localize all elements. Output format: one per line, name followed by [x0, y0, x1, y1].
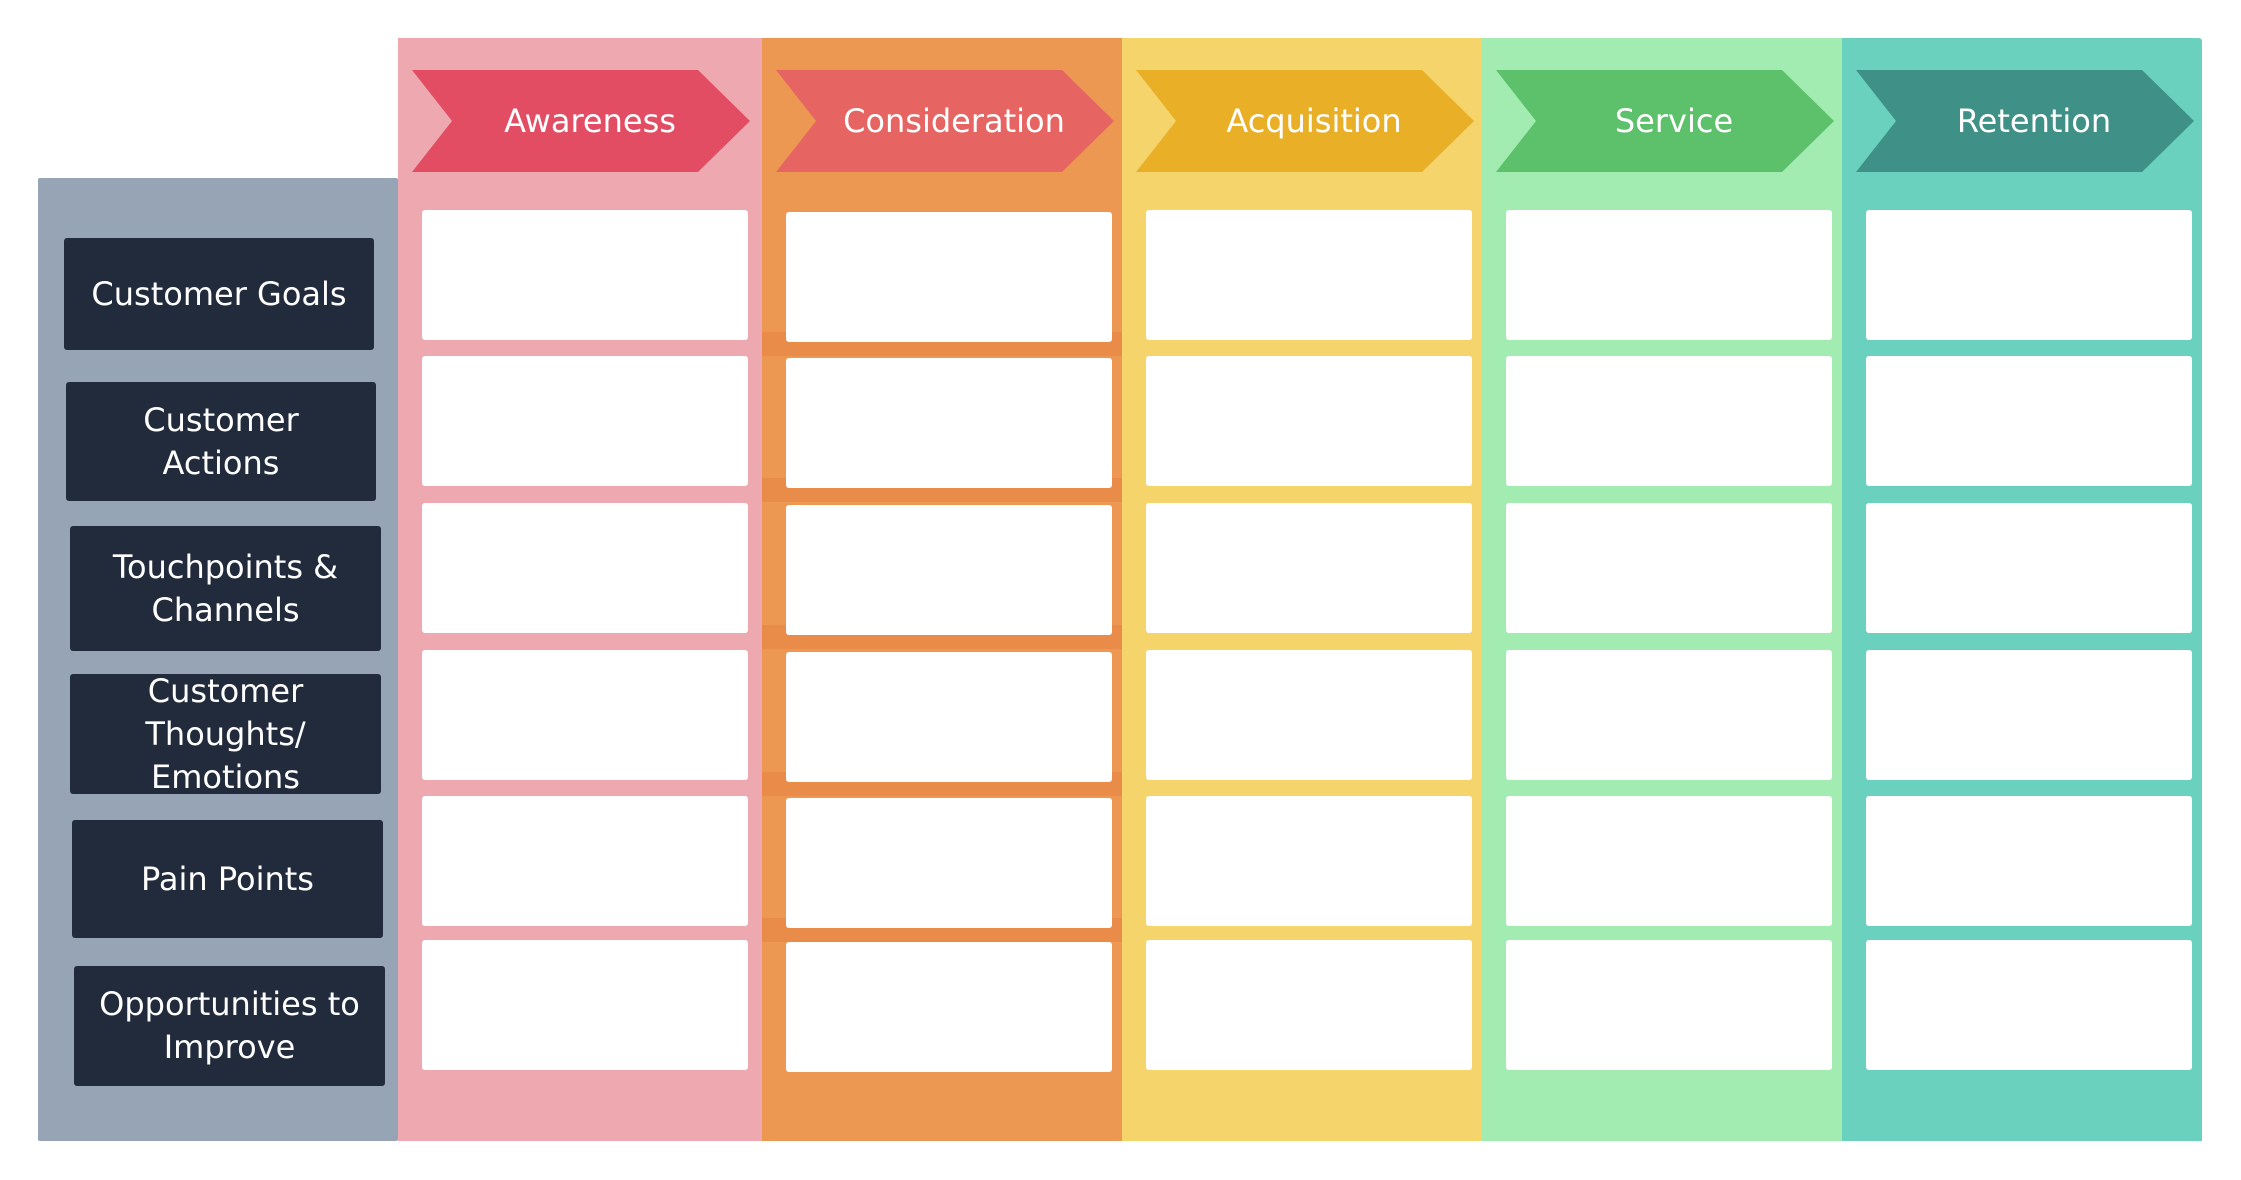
stage-label: Consideration — [843, 102, 1065, 140]
row-label-pain-points: Pain Points — [72, 820, 383, 938]
stage-header-consideration: Consideration — [776, 70, 1114, 172]
journey-card-service-6[interactable] — [1506, 940, 1832, 1070]
stage-header-acquisition: Acquisition — [1136, 70, 1474, 172]
journey-card-retention-2[interactable] — [1866, 356, 2192, 486]
journey-card-consideration-4[interactable] — [786, 652, 1112, 782]
row-label-text: Customer Goals — [91, 274, 347, 313]
journey-card-awareness-5[interactable] — [422, 796, 748, 926]
stage-column-acquisition: Acquisition — [1122, 38, 1482, 1141]
journey-card-service-3[interactable] — [1506, 503, 1832, 633]
journey-card-acquisition-6[interactable] — [1146, 940, 1472, 1070]
row-label-touchpoints-channels: Touchpoints & Channels — [70, 526, 381, 651]
journey-card-retention-3[interactable] — [1866, 503, 2192, 633]
stage-header-awareness: Awareness — [412, 70, 750, 172]
stage-label: Acquisition — [1226, 102, 1402, 140]
stage-column-awareness: Awareness — [398, 38, 762, 1141]
journey-card-awareness-1[interactable] — [422, 210, 748, 340]
journey-card-consideration-2[interactable] — [786, 358, 1112, 488]
journey-card-retention-6[interactable] — [1866, 940, 2192, 1070]
journey-card-service-4[interactable] — [1506, 650, 1832, 780]
journey-card-acquisition-3[interactable] — [1146, 503, 1472, 633]
journey-card-acquisition-2[interactable] — [1146, 356, 1472, 486]
journey-card-consideration-6[interactable] — [786, 942, 1112, 1072]
stage-label: Service — [1614, 102, 1734, 140]
row-label-opportunities-to-improve: Opportunities to Improve — [74, 966, 385, 1086]
journey-card-consideration-5[interactable] — [786, 798, 1112, 928]
row-label-customer-thoughts-emotions: Customer Thoughts/ Emotions — [70, 672, 381, 796]
stage-column-retention: Retention — [1842, 38, 2202, 1141]
journey-card-retention-4[interactable] — [1866, 650, 2192, 780]
journey-card-retention-5[interactable] — [1866, 796, 2192, 926]
row-label-text: Touchpoints & Channels — [112, 547, 339, 629]
journey-card-acquisition-4[interactable] — [1146, 650, 1472, 780]
row-label-text: Pain Points — [141, 859, 314, 898]
journey-card-acquisition-1[interactable] — [1146, 210, 1472, 340]
row-label-text: Customer Actions — [143, 400, 299, 482]
journey-card-retention-1[interactable] — [1866, 210, 2192, 340]
stage-column-consideration: Consideration — [762, 38, 1122, 1141]
row-label-text: Opportunities to Improve — [99, 985, 360, 1066]
row-label-text: Customer Thoughts/ Emotions — [145, 671, 306, 796]
journey-card-service-5[interactable] — [1506, 796, 1832, 926]
journey-card-awareness-2[interactable] — [422, 356, 748, 486]
stage-header-service: Service — [1496, 70, 1834, 172]
journey-card-awareness-4[interactable] — [422, 650, 748, 780]
journey-card-consideration-1[interactable] — [786, 212, 1112, 342]
stage-label: Retention — [1956, 102, 2112, 140]
stage-column-service: Service — [1482, 38, 1842, 1141]
journey-card-service-1[interactable] — [1506, 210, 1832, 340]
journey-card-acquisition-5[interactable] — [1146, 796, 1472, 926]
stage-header-retention: Retention — [1856, 70, 2194, 172]
journey-card-awareness-3[interactable] — [422, 503, 748, 633]
row-label-customer-actions: Customer Actions — [66, 382, 376, 501]
row-label-customer-goals: Customer Goals — [64, 238, 374, 350]
journey-card-consideration-3[interactable] — [786, 505, 1112, 635]
journey-card-awareness-6[interactable] — [422, 940, 748, 1070]
stage-label: Awareness — [504, 102, 676, 140]
journey-card-service-2[interactable] — [1506, 356, 1832, 486]
